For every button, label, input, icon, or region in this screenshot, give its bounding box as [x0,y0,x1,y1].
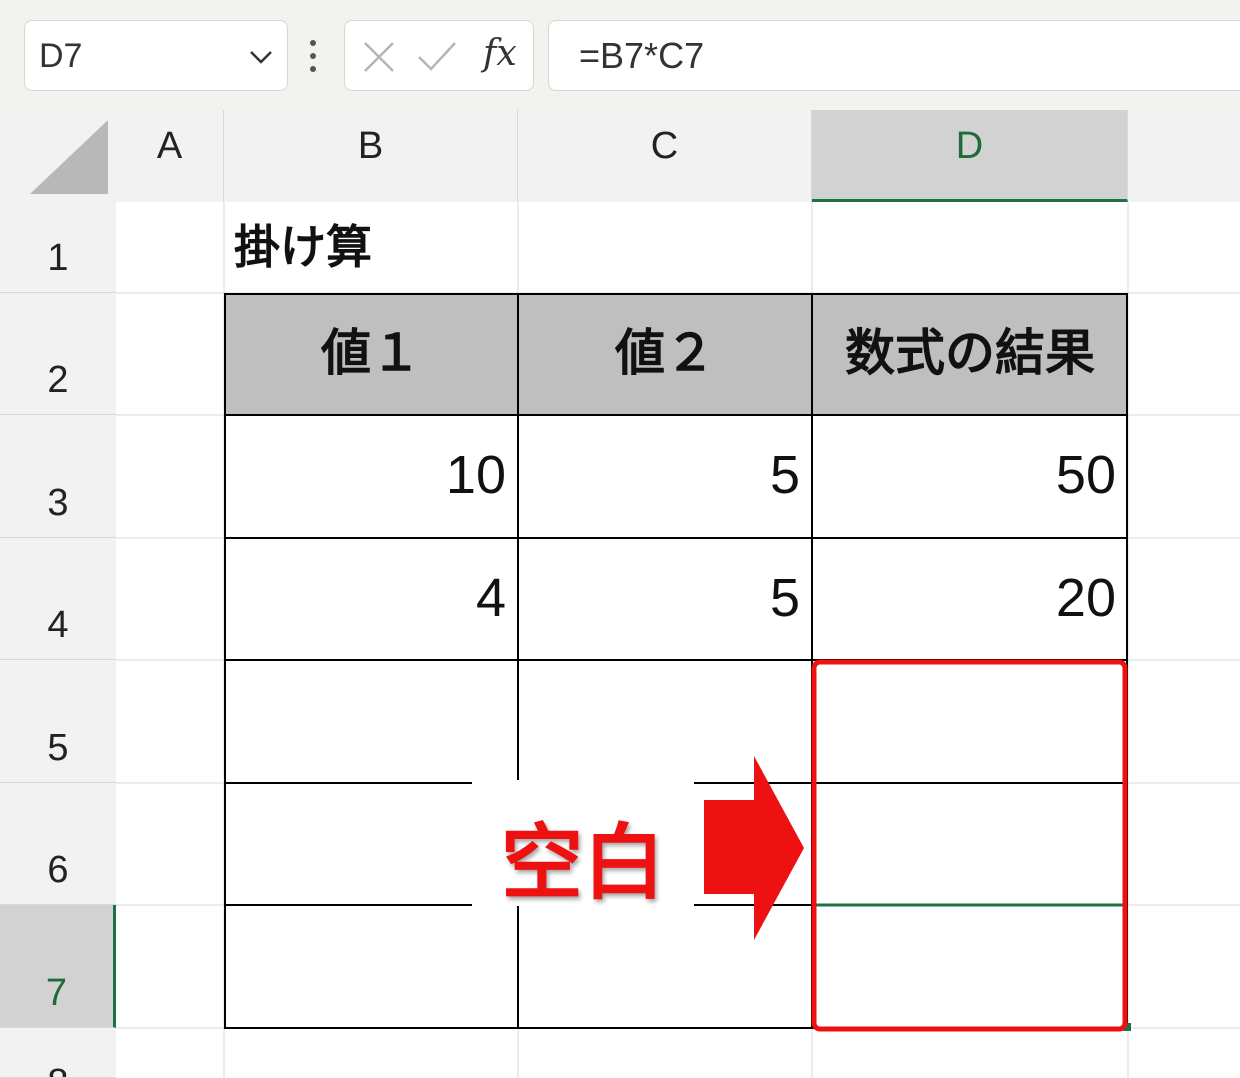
row-header-1[interactable]: 1 [0,202,116,293]
cell-b3[interactable]: 10 [224,415,518,538]
cell-c5[interactable] [518,660,812,783]
spreadsheet-window: D7 fx =B7*C7 A B C D 1 2 3 4 5 6 7 掛け算 値… [0,0,1240,1078]
select-all-triangle-icon [30,120,108,194]
cell-c3[interactable]: 5 [518,415,812,538]
worksheet-grid: A B C D 1 2 3 4 5 6 7 8 掛け算 値１ 値２ 数式の結果 … [0,0,1240,1078]
column-header-c[interactable]: C [518,110,812,202]
cell-b7[interactable] [224,905,518,1028]
table-header-value1[interactable]: 値１ [224,293,518,415]
table-header-value2[interactable]: 値２ [518,293,812,415]
column-header-b[interactable]: B [224,110,518,202]
cell-c4[interactable]: 5 [518,538,812,660]
sheet-title[interactable]: 掛け算 [224,202,518,293]
cell-b4[interactable]: 4 [224,538,518,660]
row-header-4[interactable]: 4 [0,538,116,660]
column-header-a[interactable]: A [116,110,224,202]
cell-b5[interactable] [224,660,518,783]
row-header-3[interactable]: 3 [0,415,116,538]
row-header-2[interactable]: 2 [0,293,116,415]
column-header-e[interactable] [1128,110,1240,202]
cell-d4[interactable]: 20 [812,538,1128,660]
cell-c7[interactable] [518,905,812,1028]
cell-d3[interactable]: 50 [812,415,1128,538]
select-all-corner[interactable] [0,110,117,202]
annotation-label: 空白 [500,816,665,911]
row-header-5[interactable]: 5 [0,660,116,783]
row-header-8[interactable]: 8 [0,1028,116,1078]
cell-d5[interactable] [812,660,1128,783]
annotation-callout: 空白 [472,780,694,911]
column-header-d[interactable]: D [812,110,1128,202]
cell-d7-active[interactable] [812,905,1128,1028]
table-header-result[interactable]: 数式の結果 [812,293,1128,415]
row-header-6[interactable]: 6 [0,783,116,905]
row-header-7[interactable]: 7 [0,905,116,1028]
cell-d6[interactable] [812,783,1128,905]
